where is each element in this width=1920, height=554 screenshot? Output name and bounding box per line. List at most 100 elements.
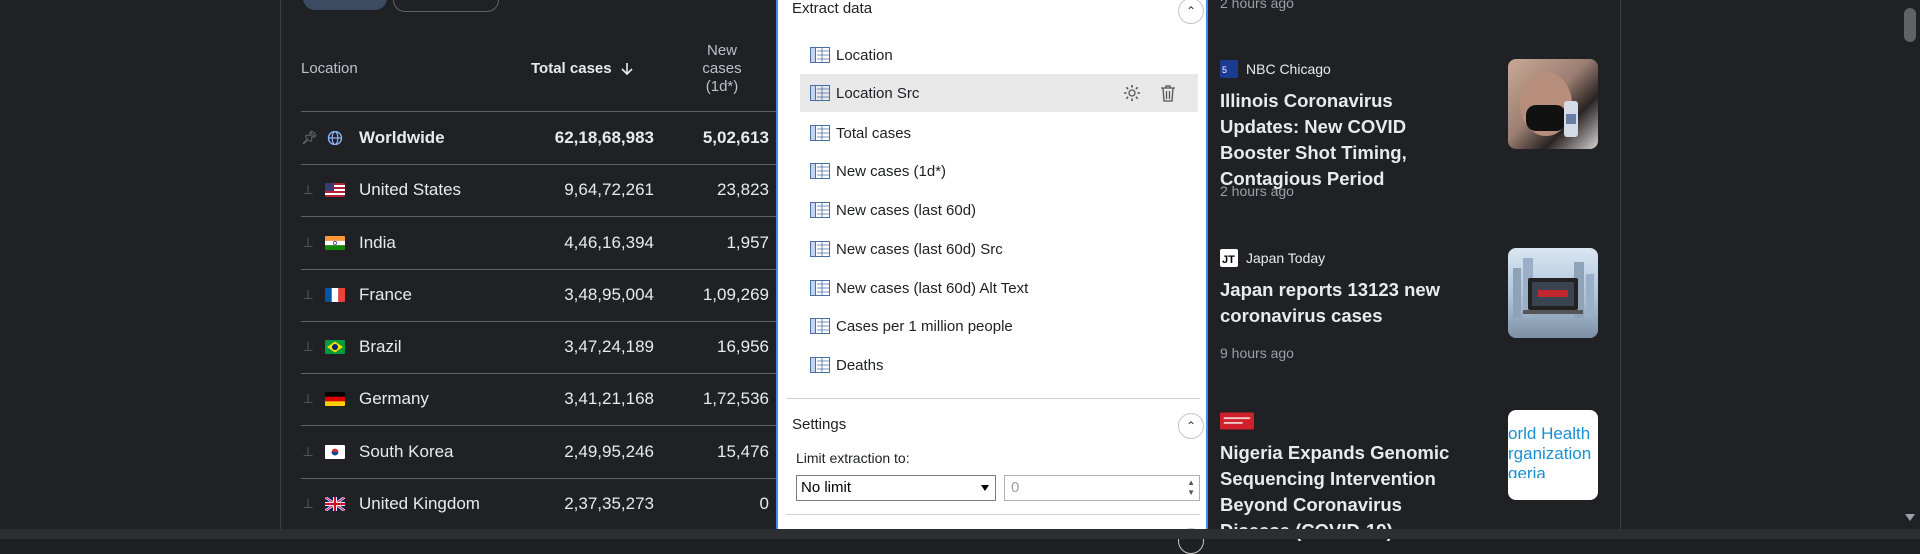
extract-data-panel: Extract data ⌃ Location Location Src Tot… — [776, 0, 1208, 554]
news-time: 9 hours ago — [1220, 345, 1294, 361]
table-column-icon — [810, 241, 830, 257]
dropdown-arrow-icon — [981, 485, 989, 491]
row-location: United Kingdom — [359, 494, 480, 513]
table-row[interactable]: 📌︎ Worldwide 62,18,68,983 5,02,613 — [301, 111, 776, 165]
field-label: New cases (last 60d) Alt Text — [836, 279, 1029, 297]
news-thumbnail[interactable] — [1508, 59, 1598, 149]
pin-icon[interactable]: ⊥ — [301, 496, 315, 512]
pin-icon[interactable]: ⊥ — [301, 287, 315, 303]
row-total-cases: 3,41,21,168 — [564, 389, 654, 408]
news-thumbnail[interactable]: orld Health rganization geria — [1508, 410, 1598, 500]
gear-icon[interactable] — [1122, 83, 1142, 103]
field-label: New cases (last 60d) Src — [836, 240, 1003, 258]
table-column-icon — [810, 357, 830, 373]
france-flag-icon — [325, 288, 345, 302]
tab-pill-active[interactable] — [303, 0, 387, 10]
table-column-icon — [810, 125, 830, 141]
row-new-cases: 16,956 — [717, 337, 769, 356]
nbc-logo-icon: 5 — [1220, 60, 1238, 78]
pin-icon[interactable]: ⊥ — [301, 182, 315, 198]
pin-icon[interactable]: ⊥ — [301, 444, 315, 460]
collapse-settings-icon[interactable]: ⌃ — [1178, 413, 1204, 439]
news-headline[interactable]: Japan reports 13123 new coronavirus case… — [1220, 277, 1472, 329]
right-gutter — [1620, 0, 1900, 539]
row-total-cases: 3,47,24,189 — [564, 337, 654, 356]
scrollbar-thumb[interactable] — [1904, 8, 1916, 42]
svg-text:JT: JT — [1222, 254, 1235, 266]
row-location: Germany — [359, 389, 429, 408]
field-label: New cases (1d*) — [836, 162, 947, 180]
news-time: 2 hours ago — [1220, 183, 1294, 199]
field-item[interactable]: New cases (last 60d) Alt Text — [800, 269, 1198, 307]
field-item[interactable]: Total cases — [800, 114, 1198, 152]
news-source[interactable] — [1220, 412, 1254, 430]
svg-text:5: 5 — [1222, 65, 1227, 75]
news-source[interactable]: JT Japan Today — [1220, 249, 1325, 267]
table-column-icon — [810, 85, 830, 101]
field-item[interactable]: New cases (1d*) — [800, 152, 1198, 190]
field-item[interactable]: Location — [800, 36, 1198, 74]
tab-pill[interactable] — [393, 0, 499, 12]
field-label: Deaths — [836, 356, 884, 374]
germany-flag-icon — [325, 392, 345, 406]
row-total-cases: 2,49,95,246 — [564, 442, 654, 461]
pin-icon[interactable]: ⊥ — [301, 339, 315, 355]
field-item-selected[interactable]: Location Src — [800, 74, 1198, 112]
table-row[interactable]: ⊥ Germany 3,41,21,168 1,72,536 — [301, 373, 776, 426]
spinner-icon[interactable]: ▲ ▼ — [1187, 478, 1195, 498]
covid-stats-table: Location Total cases New cases (1d*) 📌︎ … — [281, 0, 776, 539]
sort-arrow-down-icon — [621, 62, 633, 75]
page-scrollbar[interactable] — [1900, 0, 1920, 539]
pin-icon[interactable]: 📌︎ — [301, 130, 318, 146]
limit-select[interactable]: No limit — [796, 475, 996, 501]
row-location: India — [359, 233, 396, 252]
table-row[interactable]: ⊥ France 3,48,95,004 1,09,269 — [301, 269, 776, 322]
section-divider — [786, 514, 1200, 515]
pin-icon[interactable]: ⊥ — [301, 391, 315, 407]
settings-title: Settings — [792, 416, 847, 433]
news-headline[interactable]: Illinois Coronavirus Updates: New COVID … — [1220, 88, 1472, 192]
field-label: Location Src — [836, 84, 920, 102]
header-new-cases[interactable]: New cases (1d*) — [686, 42, 758, 96]
field-item[interactable]: Deaths — [800, 346, 1198, 384]
us-flag-icon — [325, 183, 345, 197]
row-total-cases: 2,37,35,273 — [564, 494, 654, 513]
trash-icon[interactable] — [1158, 83, 1178, 103]
india-flag-icon — [325, 236, 345, 250]
table-row[interactable]: ⊥ South Korea 2,49,95,246 15,476 — [301, 426, 776, 479]
who-thumbnail-text: orld Health rganization geria — [1508, 424, 1592, 478]
table-row[interactable]: ⊥ India 4,46,16,394 1,957 — [301, 217, 776, 270]
scroll-down-arrow-icon[interactable] — [1905, 514, 1915, 521]
news-source-name: Japan Today — [1246, 250, 1326, 266]
news-thumbnail[interactable] — [1508, 248, 1598, 338]
japan-today-logo-icon: JT — [1220, 249, 1238, 267]
table-row[interactable]: ⊥ United Kingdom 2,37,35,273 0 — [301, 478, 776, 531]
table-row[interactable]: ⊥ United States 9,64,72,261 23,823 — [301, 164, 776, 217]
divider-right — [1620, 0, 1621, 539]
field-label: Location — [836, 46, 893, 64]
field-item[interactable]: New cases (last 60d) Src — [800, 230, 1198, 268]
south-korea-flag-icon — [325, 445, 345, 459]
field-label: New cases (last 60d) — [836, 201, 977, 219]
pin-icon[interactable]: ⊥ — [301, 235, 315, 251]
uk-flag-icon — [325, 497, 345, 511]
bottom-bar — [0, 529, 1920, 539]
left-gutter — [0, 0, 280, 539]
header-location[interactable]: Location — [301, 60, 358, 77]
brazil-flag-icon — [325, 340, 345, 354]
limit-number-input[interactable]: 0 ▲ ▼ — [1004, 475, 1200, 501]
news-source[interactable]: 5 NBC Chicago — [1220, 60, 1331, 78]
header-total-cases[interactable]: Total cases — [531, 60, 634, 77]
row-total-cases: 9,64,72,261 — [564, 180, 654, 199]
table-row[interactable]: ⊥ Brazil 3,47,24,189 16,956 — [301, 321, 776, 374]
collapse-extract-icon[interactable]: ⌃ — [1178, 0, 1204, 24]
limit-number-value: 0 — [1011, 479, 1020, 496]
field-item[interactable]: Cases per 1 million people — [800, 307, 1198, 345]
row-location: France — [359, 285, 412, 304]
row-new-cases: 23,823 — [717, 180, 769, 199]
table-column-icon — [810, 202, 830, 218]
row-new-cases: 1,957 — [726, 233, 769, 252]
news-image — [1513, 258, 1594, 318]
field-item[interactable]: New cases (last 60d) — [800, 191, 1198, 229]
row-location: United States — [359, 180, 462, 199]
